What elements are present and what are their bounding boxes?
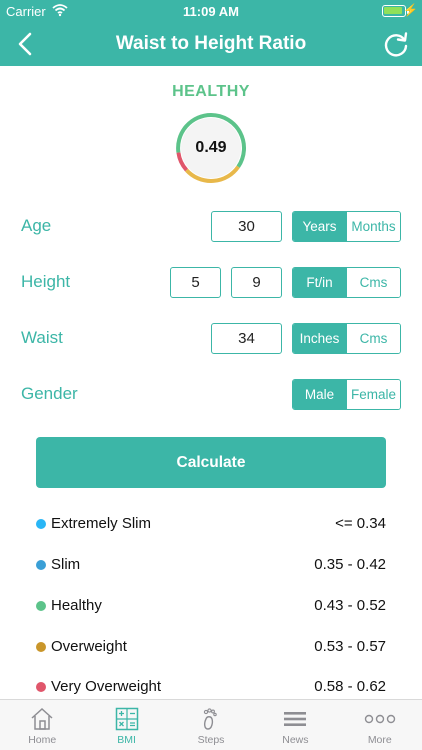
- range-name: Slim: [51, 556, 81, 573]
- gender-female[interactable]: Female: [346, 380, 400, 409]
- range-dot: [36, 682, 46, 692]
- tab-bmi[interactable]: BMI: [84, 700, 168, 750]
- range-name: Extremely Slim: [51, 515, 152, 532]
- wifi-icon: [52, 4, 68, 17]
- carrier-label: Carrier: [6, 4, 46, 19]
- age-unit-toggle: Years Months: [292, 211, 401, 242]
- tab-news[interactable]: News: [253, 700, 337, 750]
- age-input[interactable]: 30: [211, 211, 282, 242]
- age-label: Age: [21, 216, 52, 235]
- range-value: 0.43 - 0.52: [314, 597, 386, 614]
- waist-input[interactable]: 34: [211, 323, 282, 354]
- height-unit-ftin[interactable]: Ft/in: [293, 268, 346, 297]
- range-dot: [36, 560, 46, 570]
- range-row-extremely-slim: Extremely Slim <= 0.34: [36, 513, 386, 535]
- range-dot: [36, 519, 46, 529]
- height-inches-input[interactable]: 9: [231, 267, 282, 298]
- news-icon: [284, 712, 307, 726]
- tab-bar: Home BMI Steps News More: [0, 699, 422, 750]
- tab-label: BMI: [117, 734, 136, 746]
- tab-home[interactable]: Home: [0, 700, 84, 750]
- height-unit-cms[interactable]: Cms: [346, 268, 400, 297]
- tab-label: More: [367, 734, 392, 746]
- ratio-value: 0.49: [195, 139, 227, 156]
- range-dot: [36, 642, 46, 652]
- gender-label: Gender: [21, 384, 78, 403]
- home-icon: [31, 707, 53, 730]
- range-row-healthy: Healthy 0.43 - 0.52: [36, 595, 386, 617]
- range-value: 0.58 - 0.62: [314, 678, 386, 695]
- range-dot: [36, 601, 46, 611]
- waist-unit-inches[interactable]: Inches: [293, 324, 346, 353]
- range-value: <= 0.34: [335, 515, 386, 532]
- more-icon: [364, 714, 395, 724]
- waist-unit-cms[interactable]: Cms: [346, 324, 400, 353]
- charging-icon: ⚡: [403, 3, 418, 17]
- range-row-overweight: Overweight 0.53 - 0.57: [36, 636, 386, 658]
- page-title: Waist to Height Ratio: [115, 33, 307, 54]
- status-bar: Carrier 11:09 AM ⚡: [0, 0, 422, 22]
- height-feet-input[interactable]: 5: [170, 267, 221, 298]
- age-unit-months[interactable]: Months: [346, 212, 400, 241]
- range-row-slim: Slim 0.35 - 0.42: [36, 554, 386, 576]
- gender-male[interactable]: Male: [293, 380, 346, 409]
- range-name: Very Overweight: [51, 678, 162, 695]
- calculator-icon: [115, 707, 138, 731]
- range-value: 0.35 - 0.42: [314, 556, 386, 573]
- age-unit-years[interactable]: Years: [293, 212, 346, 241]
- result-category: HEALTHY: [172, 83, 250, 100]
- tab-steps[interactable]: Steps: [169, 700, 253, 750]
- range-value: 0.53 - 0.57: [314, 638, 386, 655]
- tab-more[interactable]: More: [338, 700, 422, 750]
- waist-label: Waist: [21, 328, 63, 347]
- range-name: Healthy: [51, 597, 102, 614]
- range-name: Overweight: [51, 638, 127, 655]
- tab-label: Steps: [197, 734, 225, 746]
- tab-label: Home: [28, 734, 57, 746]
- gender-toggle: Male Female: [292, 379, 401, 410]
- height-label: Height: [21, 272, 71, 291]
- refresh-icon[interactable]: [380, 28, 412, 60]
- tab-label: News: [282, 734, 309, 746]
- waist-unit-toggle: Inches Cms: [292, 323, 401, 354]
- footprint-icon: [203, 708, 217, 730]
- height-unit-toggle: Ft/in Cms: [292, 267, 401, 298]
- navigation-bar: Waist to Height Ratio: [0, 22, 422, 66]
- range-row-very-overweight: Very Overweight 0.58 - 0.62: [36, 676, 386, 698]
- calculate-button[interactable]: Calculate: [36, 437, 386, 488]
